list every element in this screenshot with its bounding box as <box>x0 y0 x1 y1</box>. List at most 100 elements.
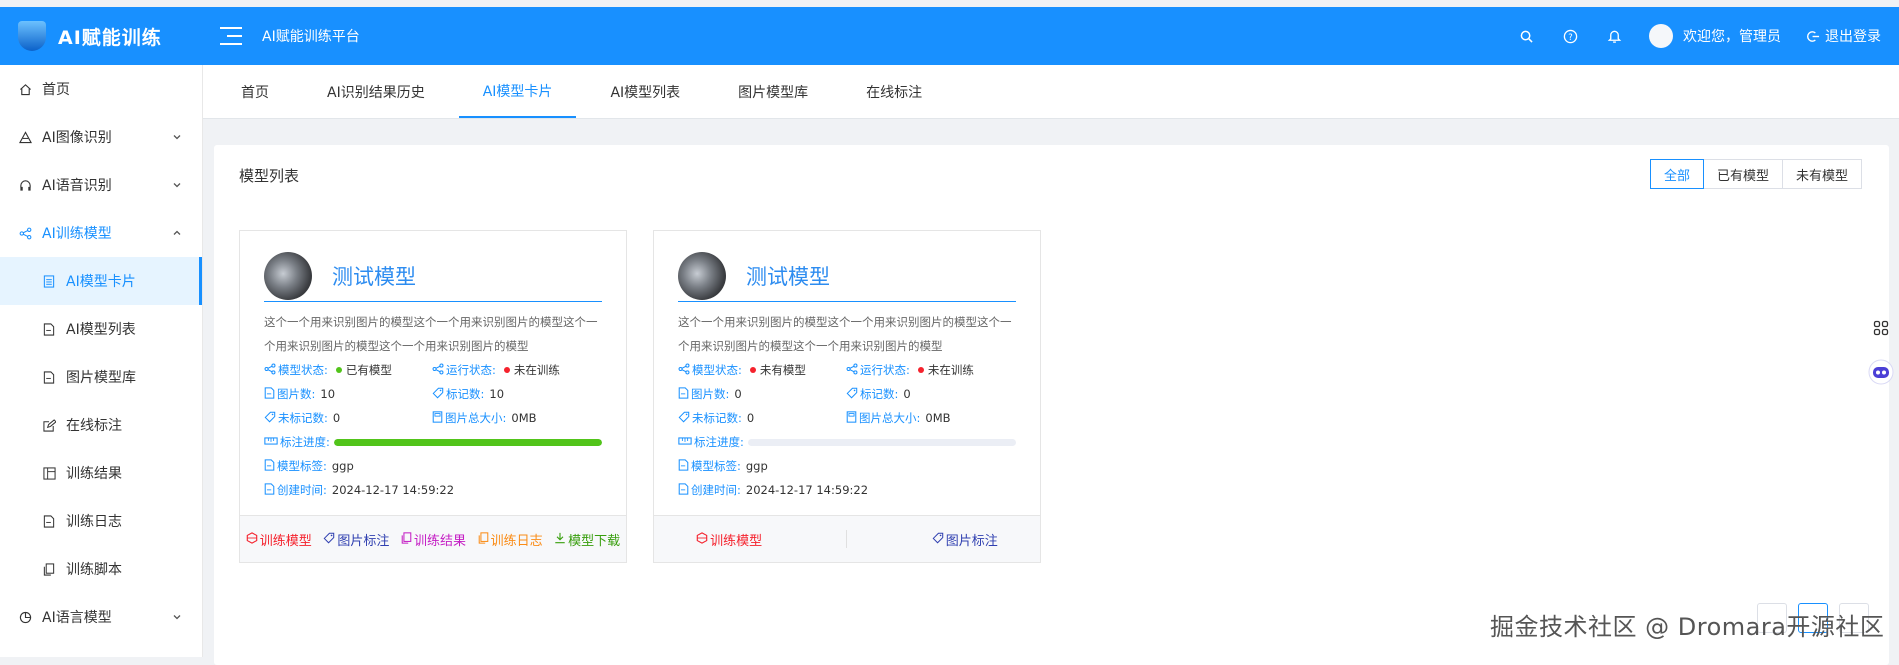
tab-ai-recognition-history[interactable]: AI识别结果历史 <box>303 65 449 118</box>
svg-text:?: ? <box>1568 31 1572 41</box>
avatar <box>1649 24 1673 48</box>
card-header: 测试模型 <box>678 251 1016 302</box>
share-icon <box>18 226 32 240</box>
sidebar-item-training-result[interactable]: 训练结果 <box>0 449 202 497</box>
sidebar-item-home[interactable]: 首页 <box>0 65 202 113</box>
sidebar-item-online-annotation[interactable]: 在线标注 <box>0 401 202 449</box>
action-label: 训练结果 <box>413 533 466 549</box>
model-name[interactable]: 测试模型 <box>746 261 830 291</box>
training-log-button[interactable]: 训练日志 <box>478 530 543 549</box>
marked-count-value: 0 <box>903 387 911 401</box>
sidebar-item-ai-training-model[interactable]: AI训练模型 <box>0 209 202 257</box>
sidebar-item-ai-image-recognition[interactable]: AI图像识别 <box>0 113 202 161</box>
sidebar-item-training-log[interactable]: 训练日志 <box>0 497 202 545</box>
logout-label: 退出登录 <box>1825 29 1881 45</box>
model-thumbnail[interactable] <box>264 252 312 300</box>
tag-icon <box>264 411 276 426</box>
sidebar-item-ai-language-model[interactable]: AI语言模型 <box>0 593 202 641</box>
filter-group: 全部 已有模型 未有模型 <box>1649 159 1862 189</box>
search-icon[interactable] <box>1517 27 1535 45</box>
tab-image-model-library[interactable]: 图片模型库 <box>714 65 832 118</box>
progress-fill <box>333 438 602 446</box>
image-count-label: 图片数: <box>691 387 730 401</box>
assistant-robot-icon[interactable] <box>1863 354 1899 390</box>
panel-title: 模型列表 <box>239 167 300 185</box>
size-row: 未标记数: 0 图片总大小: 0MB <box>264 406 602 430</box>
filter-no-model-button[interactable]: 未有模型 <box>1781 159 1862 189</box>
edit-icon <box>42 418 56 432</box>
model-download-button[interactable]: 模型下载 <box>554 530 620 549</box>
logout-icon <box>1807 30 1820 42</box>
filter-all-button[interactable]: 全部 <box>1649 159 1704 189</box>
card-actions: 训练模型 图片标注 训练结果 训练日志 模型下载 <box>240 515 626 562</box>
tag-row: 模型标签: ggp <box>264 454 602 478</box>
sidebar-item-label: AI训练模型 <box>42 226 112 242</box>
document-icon <box>42 370 56 384</box>
action-label: 训练日志 <box>490 533 543 549</box>
sidebar-item-ai-model-card[interactable]: AI模型卡片 <box>0 257 202 305</box>
sidebar-item-label: 训练结果 <box>66 466 122 482</box>
tab-home[interactable]: 首页 <box>217 65 293 118</box>
brand-name: AI赋能训练 <box>58 26 162 49</box>
collapse-menu-icon[interactable] <box>220 27 242 45</box>
train-icon <box>696 531 708 547</box>
tag-label: 模型标签: <box>691 459 741 473</box>
help-icon[interactable]: ? <box>1561 27 1579 45</box>
image-annotation-button[interactable]: 图片标注 <box>323 530 389 549</box>
image-size-label: 图片总大小: <box>859 411 921 425</box>
train-model-button[interactable]: 训练模型 <box>696 530 762 549</box>
status-dot <box>503 367 510 373</box>
train-icon <box>246 531 258 547</box>
image-size-value: 0MB <box>925 411 951 425</box>
logo-icon <box>18 21 46 51</box>
chevron-up-icon <box>172 226 182 242</box>
table-icon <box>42 466 56 480</box>
sidebar-item-label: AI模型列表 <box>66 322 136 338</box>
tag-icon <box>678 411 690 426</box>
sidebar-item-ai-voice-recognition[interactable]: AI语音识别 <box>0 161 202 209</box>
share-icon <box>432 363 444 378</box>
marked-count-label: 标记数: <box>446 387 485 401</box>
headset-icon <box>18 178 32 192</box>
top-bar: AI赋能训练 AI赋能训练平台 ? 欢迎您，管理员 退出登录 <box>0 7 1899 65</box>
tab-ai-model-list[interactable]: AI模型列表 <box>586 65 704 118</box>
train-model-button[interactable]: 训练模型 <box>246 530 312 549</box>
action-label: 图片标注 <box>945 533 998 549</box>
tag-icon <box>932 532 944 547</box>
sidebar-item-image-model-library[interactable]: 图片模型库 <box>0 353 202 401</box>
sidebar-item-label: 图片模型库 <box>66 370 136 386</box>
status-row: 模型状态: 已有模型 运行状态: 未在训练 <box>264 358 602 382</box>
model-status-label: 模型状态: <box>278 363 328 377</box>
unmarked-count-value: 0 <box>332 411 341 425</box>
action-label: 训练模型 <box>259 533 312 549</box>
model-name[interactable]: 测试模型 <box>332 261 416 291</box>
image-size-label: 图片总大小: <box>445 411 507 425</box>
document-icon <box>678 386 689 402</box>
apps-grid-icon[interactable] <box>1863 310 1899 346</box>
sidebar-item-ai-model-list[interactable]: AI模型列表 <box>0 305 202 353</box>
run-status-label: 运行状态: <box>446 363 496 377</box>
clipboard-icon <box>478 531 489 547</box>
divider <box>846 530 848 548</box>
document-icon <box>42 322 56 336</box>
model-thumbnail[interactable] <box>678 252 726 300</box>
tab-online-annotation[interactable]: 在线标注 <box>842 65 946 118</box>
created-label: 创建时间: <box>691 483 741 497</box>
training-result-button[interactable]: 训练结果 <box>401 530 466 549</box>
logout-button[interactable]: 退出登录 <box>1807 26 1881 46</box>
sidebar-item-label: 训练脚本 <box>66 562 122 578</box>
image-annotation-button[interactable]: 图片标注 <box>932 530 998 549</box>
disk-icon <box>432 410 443 426</box>
user-menu[interactable]: 欢迎您，管理员 <box>1649 24 1781 48</box>
sidebar-item-training-script[interactable]: 训练脚本 <box>0 545 202 593</box>
filter-has-model-button[interactable]: 已有模型 <box>1702 159 1783 189</box>
sidebar-item-label: AI语言模型 <box>42 610 112 626</box>
marked-count-label: 标记数: <box>860 387 899 401</box>
card-header: 测试模型 <box>264 251 602 302</box>
logo[interactable]: AI赋能训练 <box>0 21 202 51</box>
card-actions: 训练模型 图片标注 <box>654 515 1040 562</box>
document-icon <box>678 482 689 498</box>
marked-count-value: 10 <box>489 387 505 401</box>
bell-icon[interactable] <box>1605 27 1623 45</box>
tab-ai-model-card[interactable]: AI模型卡片 <box>458 65 577 118</box>
